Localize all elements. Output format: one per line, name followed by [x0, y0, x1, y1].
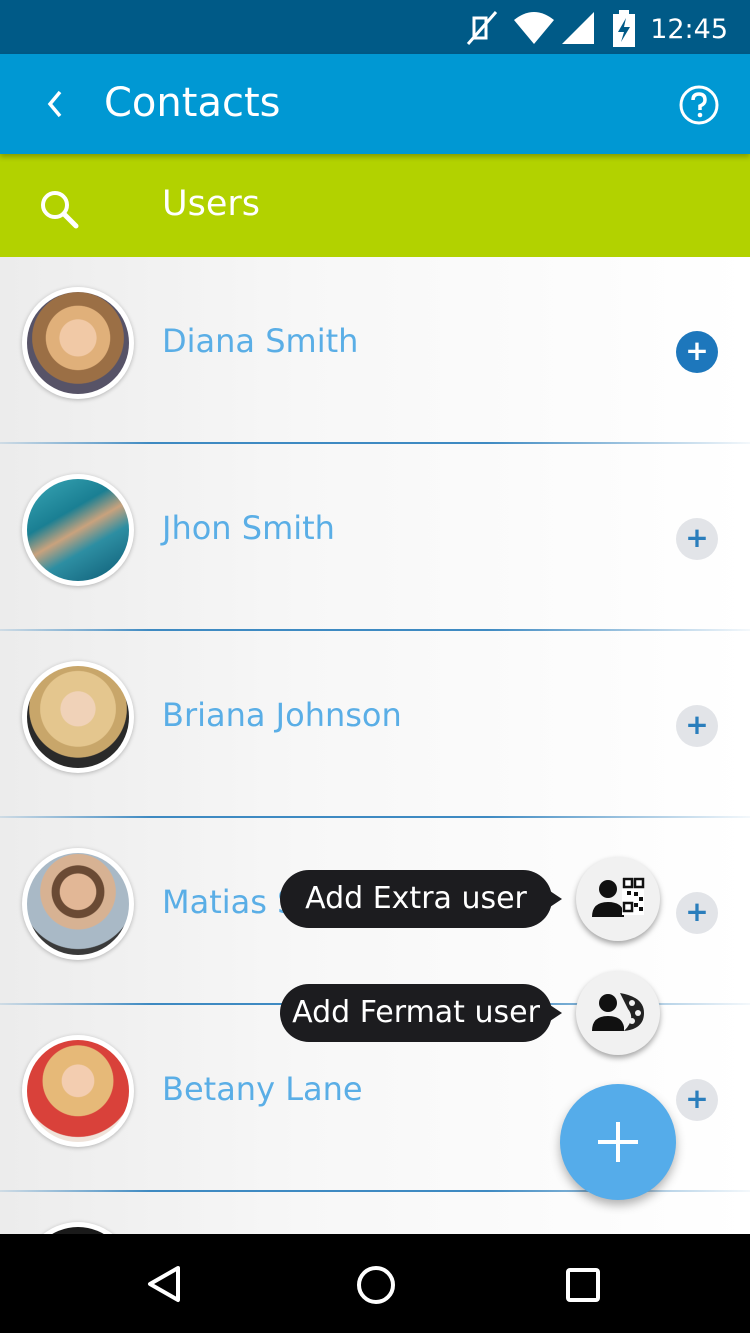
- recents-square-icon[interactable]: [564, 1266, 602, 1304]
- avatar: [22, 1222, 134, 1234]
- add-fermat-user-label[interactable]: Add Fermat user: [280, 984, 562, 1042]
- avatar: [22, 474, 134, 586]
- add-contact-button[interactable]: +: [676, 518, 718, 560]
- battery-charging-icon: [613, 10, 635, 47]
- muted-icon: [466, 11, 498, 45]
- wifi-icon: [514, 12, 554, 44]
- add-contact-button[interactable]: +: [676, 892, 718, 934]
- person-qr-icon: [592, 877, 645, 917]
- help-circle-icon[interactable]: [678, 84, 720, 126]
- add-extra-user-label[interactable]: Add Extra user: [280, 870, 562, 928]
- plus-icon: [598, 1122, 638, 1162]
- back-triangle-icon[interactable]: [144, 1264, 184, 1304]
- contact-name: Jhon Smith: [162, 509, 335, 547]
- add-extra-user-button[interactable]: [576, 857, 660, 941]
- system-nav-bar: [0, 1234, 750, 1333]
- contact-name: Matias S: [162, 883, 298, 921]
- avatar: [22, 287, 134, 399]
- signal-icon: [562, 12, 594, 44]
- contact-name: Diana Smith: [162, 322, 359, 360]
- avatar: [22, 1035, 134, 1147]
- list-item[interactable]: Briana Johnson +: [0, 631, 750, 818]
- avatar: [22, 848, 134, 960]
- avatar: [22, 661, 134, 773]
- chevron-left-icon[interactable]: [40, 84, 70, 124]
- status-time: 12:45: [650, 14, 728, 45]
- status-bar: 12:45: [0, 0, 750, 54]
- page-title: Contacts: [104, 80, 281, 126]
- contact-name: Briana Johnson: [162, 696, 402, 734]
- add-contact-button[interactable]: +: [676, 331, 718, 373]
- search-icon[interactable]: [38, 188, 80, 230]
- add-contact-fab[interactable]: [560, 1084, 676, 1200]
- contact-name: Betany Lane: [162, 1070, 363, 1108]
- add-fermat-user-button[interactable]: [576, 971, 660, 1055]
- add-contact-button[interactable]: +: [676, 705, 718, 747]
- list-item[interactable]: Diana Smith +: [0, 257, 750, 444]
- app-bar: Contacts: [0, 54, 750, 154]
- tab-users[interactable]: Users: [162, 184, 260, 224]
- users-tab-bar: Users: [0, 154, 750, 257]
- add-contact-button[interactable]: +: [676, 1079, 718, 1121]
- home-circle-icon[interactable]: [355, 1264, 397, 1306]
- person-fermat-icon: [592, 993, 644, 1031]
- list-item[interactable]: Jhon Smith +: [0, 444, 750, 631]
